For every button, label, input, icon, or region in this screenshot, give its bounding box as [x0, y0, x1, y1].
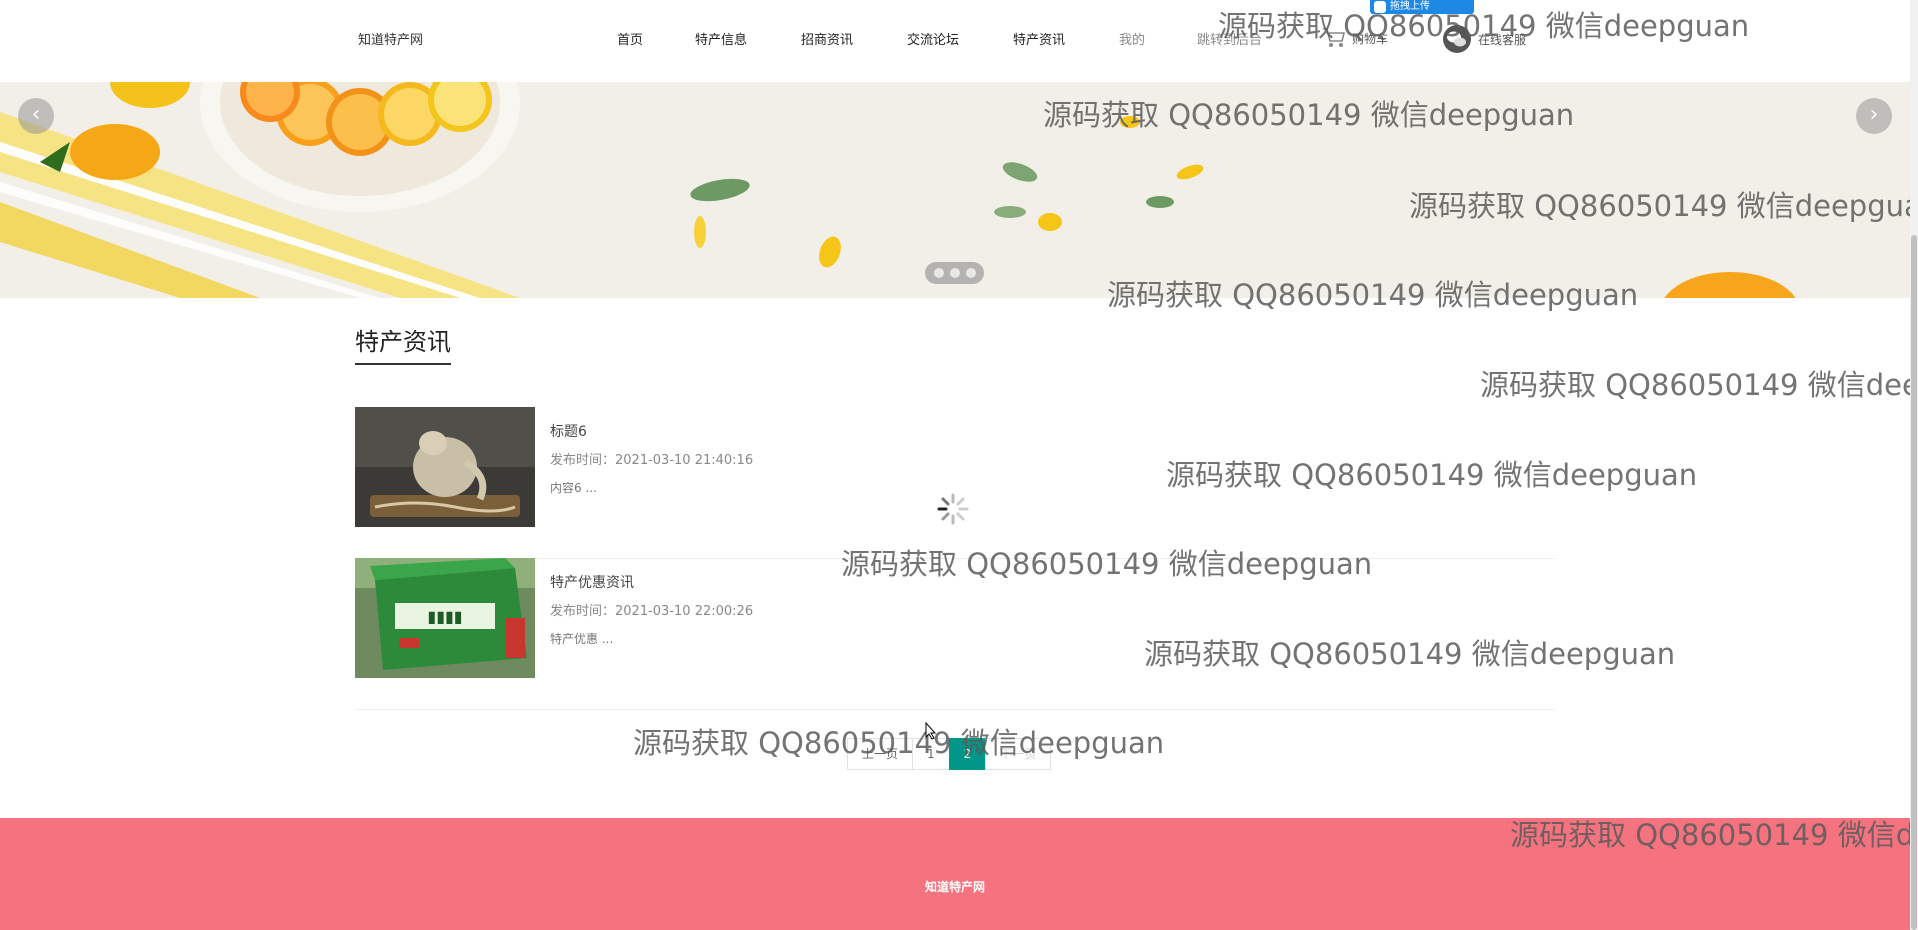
nav-item-investment-news[interactable]: 招商资讯 [801, 29, 853, 48]
footer: 知道特产网 [0, 818, 1918, 930]
news-title[interactable]: 特产优惠资讯 [550, 572, 634, 592]
banner-dot-2[interactable] [949, 268, 960, 278]
chevron-left-icon: ‹ [31, 102, 41, 127]
online-service-link[interactable]: 在线客服 [1442, 24, 1526, 54]
news-content: 特产优惠 ... [550, 632, 614, 646]
wechat-icon [1443, 25, 1471, 53]
section-title-underline [355, 363, 451, 365]
upload-icon [1374, 1, 1386, 13]
cart-label: 购物车 [1352, 31, 1389, 46]
news-date-value: 2021-03-10 21:40:16 [615, 453, 754, 468]
banner-carousel[interactable]: ‹ › [0, 82, 1910, 298]
news-title[interactable]: 标题6 [550, 421, 587, 441]
box-label-text: ▮▮▮▮ [427, 607, 462, 626]
mouse-cursor-icon [925, 722, 937, 740]
pagination-prev[interactable]: 上一页 [847, 738, 914, 770]
banner-prev-button[interactable]: ‹ [18, 98, 54, 134]
news-thumbnail[interactable]: ▮▮▮▮ [355, 558, 535, 678]
section-title: 特产资讯 [355, 328, 451, 356]
news-thumbnail[interactable] [355, 407, 535, 527]
banner-next-button[interactable]: › [1856, 98, 1892, 134]
nav-item-home[interactable]: 首页 [617, 29, 643, 48]
gift-box-image: ▮▮▮▮ [355, 558, 535, 678]
scrollbar-thumb[interactable] [1911, 235, 1917, 930]
cart-link[interactable]: 购物车 [1322, 27, 1388, 49]
nav-item-specialty-news[interactable]: 特产资讯 [1013, 29, 1065, 48]
upload-tag[interactable]: 拖拽上传 [1370, 0, 1474, 14]
nav-item-admin[interactable]: 跳转到后台 [1197, 29, 1262, 48]
banner-dot-3[interactable] [965, 268, 976, 278]
nav-item-mine[interactable]: 我的 [1119, 29, 1145, 48]
news-item[interactable]: ▮▮▮▮ 特产优惠资讯 发布时间：2021-03-10 22:00:26 特产优… [355, 558, 1555, 710]
news-date-value: 2021-03-10 22:00:26 [615, 604, 754, 619]
site-title[interactable]: 知道特产网 [358, 29, 423, 48]
banner-dot-1[interactable] [933, 268, 944, 278]
chevron-right-icon: › [1869, 102, 1879, 127]
news-content: 内容6 ... [550, 481, 597, 495]
upload-label: 拖拽上传 [1390, 1, 1430, 12]
pagination-next[interactable]: 下一页 [985, 738, 1052, 770]
loading-spinner-icon [937, 493, 969, 525]
nav-item-forum[interactable]: 交流论坛 [907, 29, 959, 48]
header: 知道特产网 首页 特产信息 招商资讯 交流论坛 特产资讯 我的 跳转到后台 购物… [0, 0, 1918, 82]
cart-icon [1323, 28, 1346, 47]
banner-indicator [925, 262, 984, 284]
nav-item-specialty-info[interactable]: 特产信息 [695, 29, 747, 48]
news-date-label: 发布时间： [550, 604, 616, 619]
watermark: 源码获取 QQ86050149 微信deepguan [1480, 368, 1918, 402]
service-label: 在线客服 [1478, 32, 1527, 47]
news-date: 发布时间：2021-03-10 22:00:26 [550, 600, 753, 619]
news-date: 发布时间：2021-03-10 21:40:16 [550, 449, 753, 468]
jade-carving-image [355, 407, 535, 527]
news-item[interactable]: 标题6 发布时间：2021-03-10 21:40:16 内容6 ... [355, 407, 1555, 559]
news-date-label: 发布时间： [550, 453, 616, 468]
pagination-page-1[interactable]: 1 [912, 738, 950, 770]
pagination-page-2[interactable]: 2 [948, 738, 987, 770]
pagination: 上一页 1 2 下一页 [847, 738, 1052, 770]
footer-text: 知道特产网 [924, 880, 985, 894]
